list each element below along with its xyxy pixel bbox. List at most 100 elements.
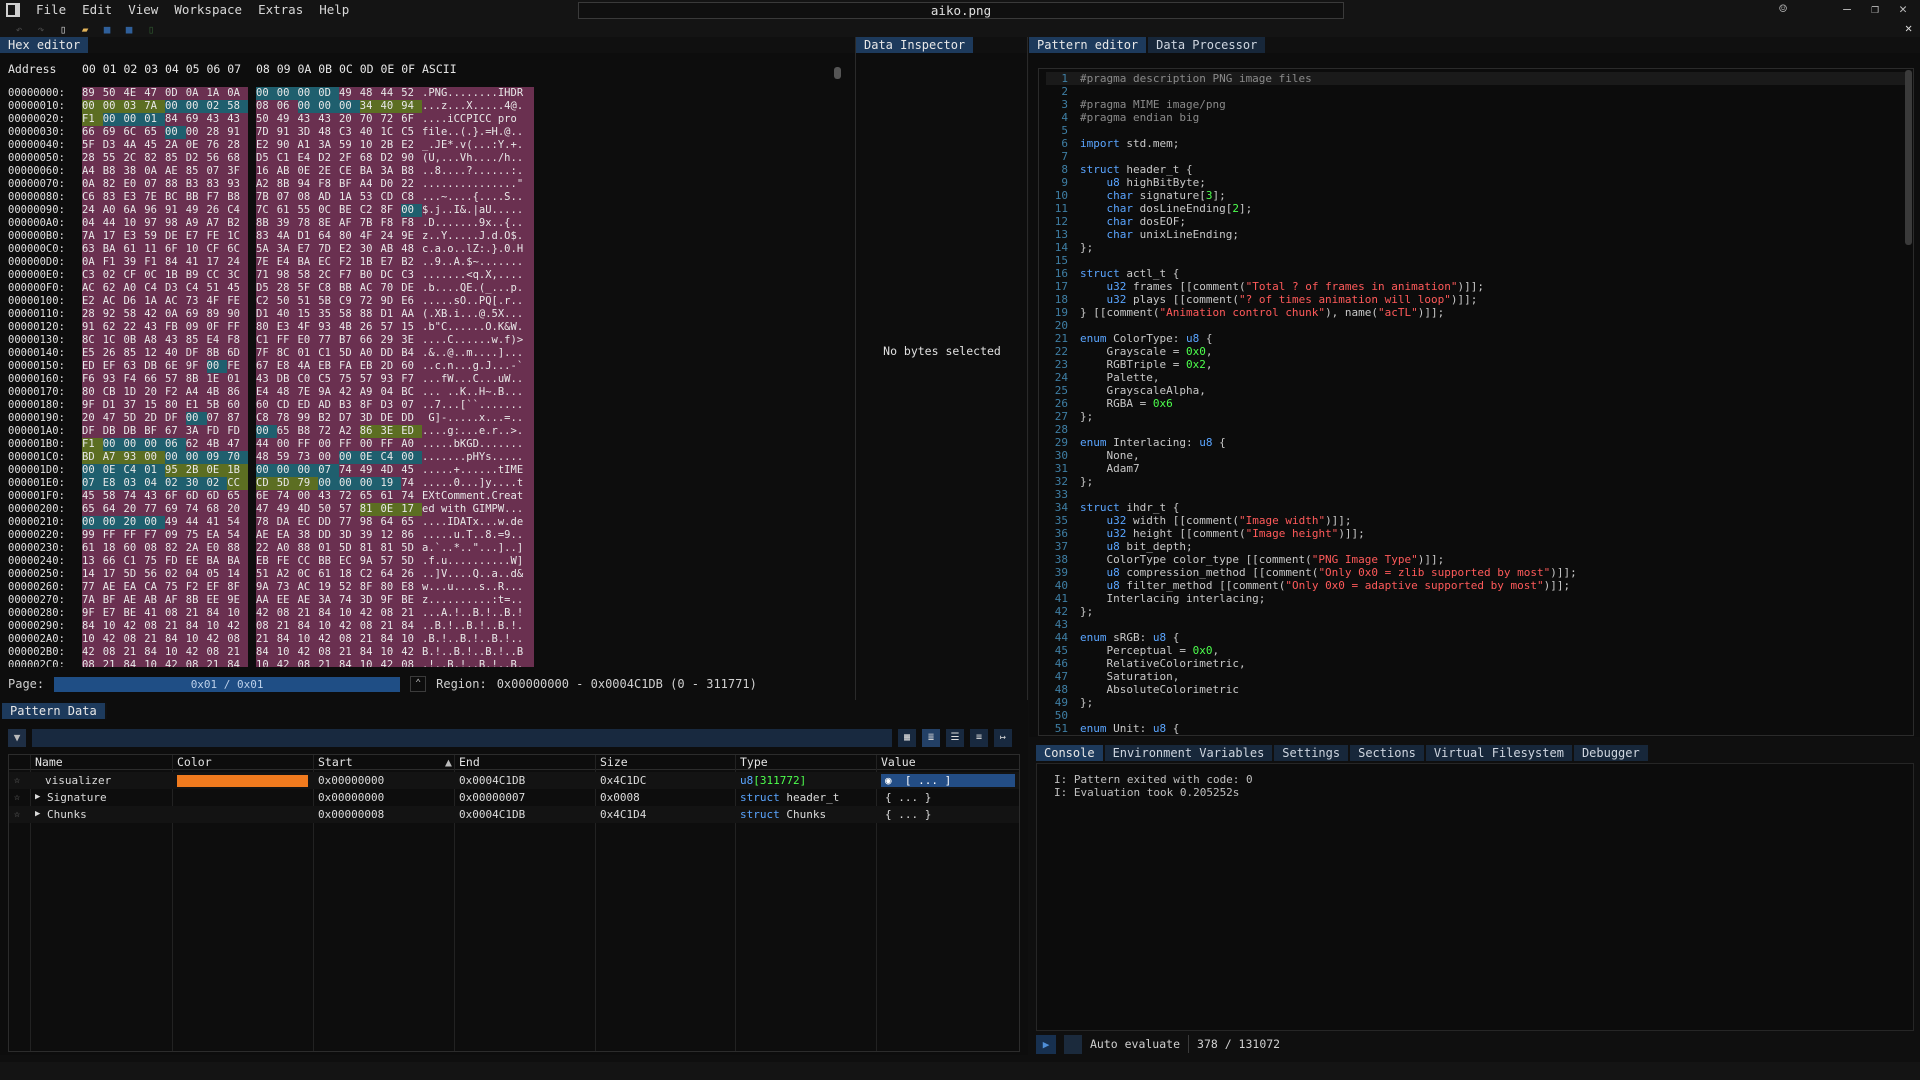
hex-byte[interactable]: A0 [123,282,145,295]
hex-byte[interactable]: D1 [102,399,124,412]
hex-byte[interactable]: AD [318,399,339,412]
hex-byte[interactable]: 21 [185,607,207,620]
hex-byte[interactable]: 72 [359,295,381,308]
hex-byte[interactable]: 66 [144,373,165,386]
hex-byte[interactable]: 08 [359,620,381,633]
hex-byte[interactable]: 90 [401,152,422,165]
hex-byte[interactable]: 0C [144,269,165,282]
hex-byte[interactable]: 22 [401,178,422,191]
hex-byte[interactable]: 01 [144,464,165,477]
code-line[interactable]: 32}; [1046,475,1906,488]
hex-row[interactable]: 000000F0: AC 62 A0 C4 D3 C4 51 45 D5 28 5F C8 BB AC 70 D… [8,282,548,295]
hex-byte[interactable]: DD [318,529,339,542]
hex-byte[interactable]: 0A [165,308,186,321]
hex-byte[interactable]: 28 [82,152,103,165]
hex-byte[interactable]: 60 [227,399,248,412]
hex-byte[interactable]: A1 [297,139,319,152]
hex-byte[interactable]: 20 [123,516,145,529]
hex-byte[interactable]: C4 [227,204,248,217]
hex-byte[interactable]: 0C [318,204,339,217]
hex-byte[interactable]: 35 [318,308,339,321]
code-line[interactable]: 31 Adam7 [1046,462,1906,475]
hex-byte[interactable]: 17 [206,256,228,269]
hex-byte[interactable]: 21 [256,633,277,646]
code-line[interactable]: 18 u32 plays [[comment("? of times anima… [1046,293,1906,306]
hex-byte[interactable]: 49 [165,516,186,529]
hex-byte[interactable]: CF [206,243,228,256]
hex-byte[interactable]: E0 [123,178,145,191]
hex-byte[interactable]: C2 [359,204,381,217]
hex-byte[interactable]: 2D [380,360,402,373]
hex-byte[interactable]: 3D [359,594,381,607]
hex-byte[interactable]: C2 [256,295,277,308]
hex-byte[interactable]: 45 [401,464,422,477]
hex-byte[interactable]: 94 [297,178,319,191]
hex-byte[interactable]: 00 [256,464,277,477]
hex-row[interactable]: 000002C0: 08 21 84 10 42 08 21 84 10 42 08 21 84 10 42 0… [8,659,548,667]
hex-byte[interactable]: D3 [165,282,186,295]
tab-hex-editor[interactable]: Hex editor [0,37,89,53]
hex-byte[interactable]: AB [144,594,165,607]
hex-row[interactable]: 000000E0: C3 02 CF 0C 1B B9 CC 3C 71 98 58 2C F7 B0 DC C… [8,269,548,282]
hex-byte[interactable]: 00 [318,477,339,490]
hex-byte[interactable]: 40 [380,100,402,113]
hex-byte[interactable]: 00 [297,490,319,503]
hex-byte[interactable]: 8C [82,334,103,347]
hex-byte[interactable]: E6 [401,295,422,308]
hex-byte[interactable]: C1 [123,555,145,568]
hex-byte[interactable]: 38 [123,165,145,178]
code-line[interactable]: 13 char unixLineEnding; [1046,228,1906,241]
hex-byte[interactable]: 0E [206,464,228,477]
hex-byte[interactable]: 68 [206,503,228,516]
hex-byte[interactable]: 39 [123,256,145,269]
hex-ascii[interactable]: a.`..*.."...]..] [422,542,534,555]
hex-byte[interactable]: D6 [123,295,145,308]
hex-byte[interactable]: 37 [123,399,145,412]
hex-byte[interactable]: 65 [82,503,103,516]
hex-byte[interactable]: 07 [318,464,339,477]
col-header-value[interactable]: Value [881,755,916,769]
hex-byte[interactable]: F8 [227,334,248,347]
expand-arrow-icon[interactable]: ▶ [35,789,40,806]
hex-byte[interactable]: 00 [185,412,207,425]
hex-byte[interactable]: 1C [102,334,124,347]
hex-byte[interactable]: AC [165,295,186,308]
code-line[interactable]: 34 struct ihdr_t { [1046,501,1906,514]
hex-byte[interactable]: A2 [256,178,277,191]
col-header-size[interactable]: Size [600,755,628,769]
hex-ascii[interactable]: w...u....s..R... [422,581,534,594]
hex-byte[interactable]: 90 [227,308,248,321]
code-line[interactable]: 21 enum ColorType: u8 { [1046,332,1906,345]
hex-byte[interactable]: A0 [359,347,381,360]
hex-byte[interactable]: 08 [380,607,402,620]
hex-byte[interactable]: 5F [82,139,103,152]
hex-byte[interactable]: 00 [185,126,207,139]
hex-byte[interactable]: C4 [123,464,145,477]
hex-byte[interactable]: CE [339,165,360,178]
hex-byte[interactable]: 58 [123,308,145,321]
hex-byte[interactable]: 43 [144,490,165,503]
hex-byte[interactable]: FD [206,425,228,438]
smiley-icon[interactable]: ☺ [1770,1,1796,19]
hex-byte[interactable]: 00 [82,516,103,529]
hex-row[interactable]: 000001A0: DF DB DB BF 67 3A FD FD 00 65 B8 72 A2 86 3E E… [8,425,548,438]
hex-byte[interactable]: 5F [297,282,319,295]
tab-environment-variables[interactable]: Environment Variables [1104,745,1273,761]
hex-byte[interactable]: 03 [123,477,145,490]
hex-byte[interactable]: FF [227,321,248,334]
row-value-button[interactable]: ◉ [ ... ] [881,774,1015,787]
hex-byte[interactable]: 2A [185,542,207,555]
hex-byte[interactable]: 61 [380,490,402,503]
hex-byte[interactable]: DD [380,347,402,360]
hex-row[interactable]: 00000110: 28 92 58 42 0A 69 89 90 D1 40 15 35 58 88 D1 A… [8,308,548,321]
hex-byte[interactable]: 28 [276,282,298,295]
hex-row[interactable]: 00000240: 13 66 C1 75 FD EE BA BA EB FE CC BB EC 9A 57 5… [8,555,548,568]
hex-byte[interactable]: 10 [256,659,277,667]
hex-byte[interactable]: 00 [123,113,145,126]
hex-byte[interactable]: 59 [276,451,298,464]
hex-row[interactable]: 000001E0: 07 E8 03 04 02 30 02 CC CD 5D 79 00 00 00 19 7… [8,477,548,490]
hex-byte[interactable]: 67 [165,425,186,438]
hex-row[interactable]: 00000170: 80 CB 1D 20 F2 A4 4B 86 E4 48 7E 9A 42 A9 04 B… [8,386,548,399]
code-line[interactable]: 27}; [1046,410,1906,423]
hex-byte[interactable]: 9F [82,607,103,620]
